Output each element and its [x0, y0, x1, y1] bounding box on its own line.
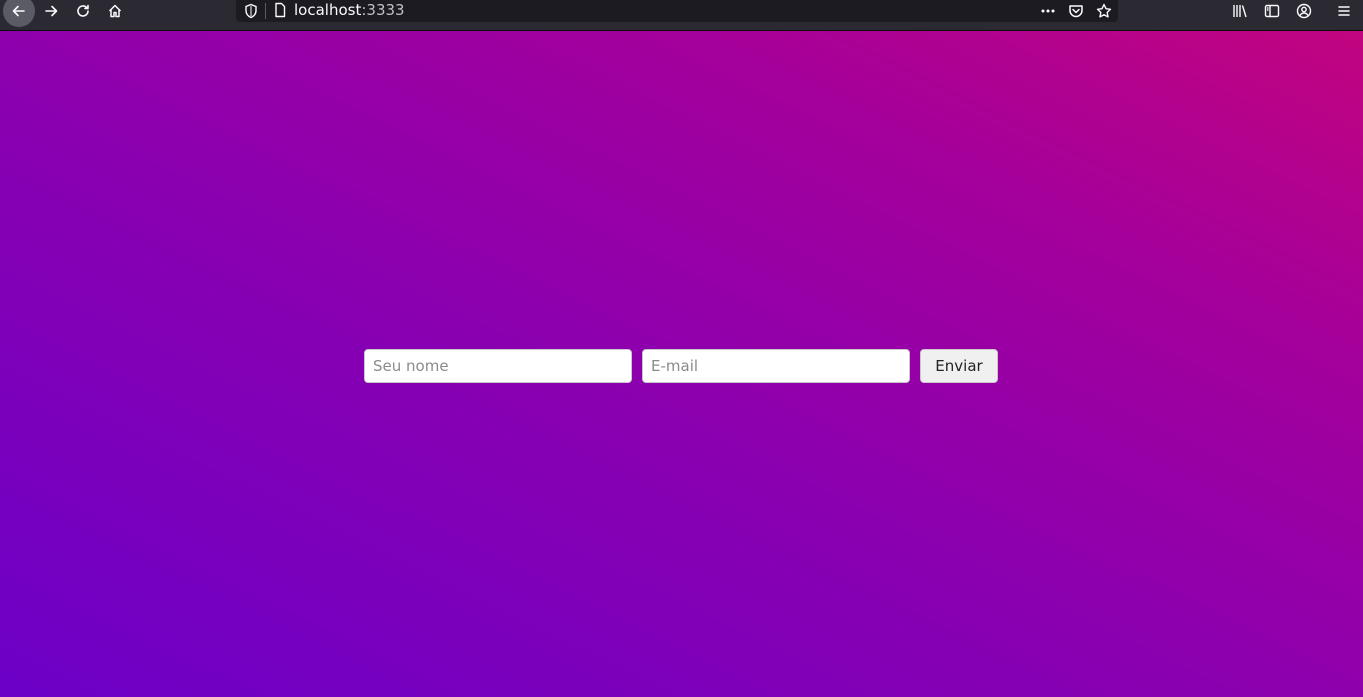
bookmark-star-button[interactable]: [1094, 1, 1114, 21]
url-actions: [1038, 0, 1114, 22]
reload-icon: [77, 4, 89, 17]
page-content: Enviar: [0, 31, 1363, 697]
page-icon[interactable]: [273, 2, 287, 18]
back-arrow-icon: [12, 5, 25, 17]
url-text[interactable]: localhost:3333: [294, 1, 405, 19]
name-input[interactable]: [364, 349, 632, 383]
email-input[interactable]: [642, 349, 910, 383]
url-host: localhost: [294, 1, 362, 19]
url-port: :3333: [361, 1, 405, 19]
sidebar-icon: [1264, 4, 1280, 18]
pocket-icon: [1069, 5, 1083, 18]
forward-arrow-icon: [45, 5, 58, 17]
menu-icon: [1338, 6, 1350, 16]
home-button[interactable]: [100, 0, 130, 22]
sidebar-button[interactable]: [1263, 2, 1281, 20]
url-separator: [265, 3, 266, 19]
forward-button[interactable]: [36, 0, 66, 22]
star-icon: [1096, 3, 1112, 18]
library-icon: [1233, 5, 1247, 18]
menu-button[interactable]: [1335, 2, 1353, 20]
submit-button[interactable]: Enviar: [920, 349, 998, 383]
account-button[interactable]: [1295, 2, 1313, 20]
back-button[interactable]: [3, 0, 35, 27]
reload-button[interactable]: [68, 0, 98, 22]
library-button[interactable]: [1231, 2, 1249, 20]
browser-toolbar: localhost:3333: [0, 0, 1363, 31]
account-icon: [1296, 3, 1312, 19]
pocket-button[interactable]: [1066, 1, 1086, 21]
home-icon: [108, 4, 122, 18]
url-bar[interactable]: localhost:3333: [236, 0, 1118, 22]
more-icon: [1041, 9, 1055, 13]
more-button[interactable]: [1038, 1, 1058, 21]
signup-form: Enviar: [364, 349, 998, 383]
shield-icon[interactable]: [244, 3, 258, 19]
